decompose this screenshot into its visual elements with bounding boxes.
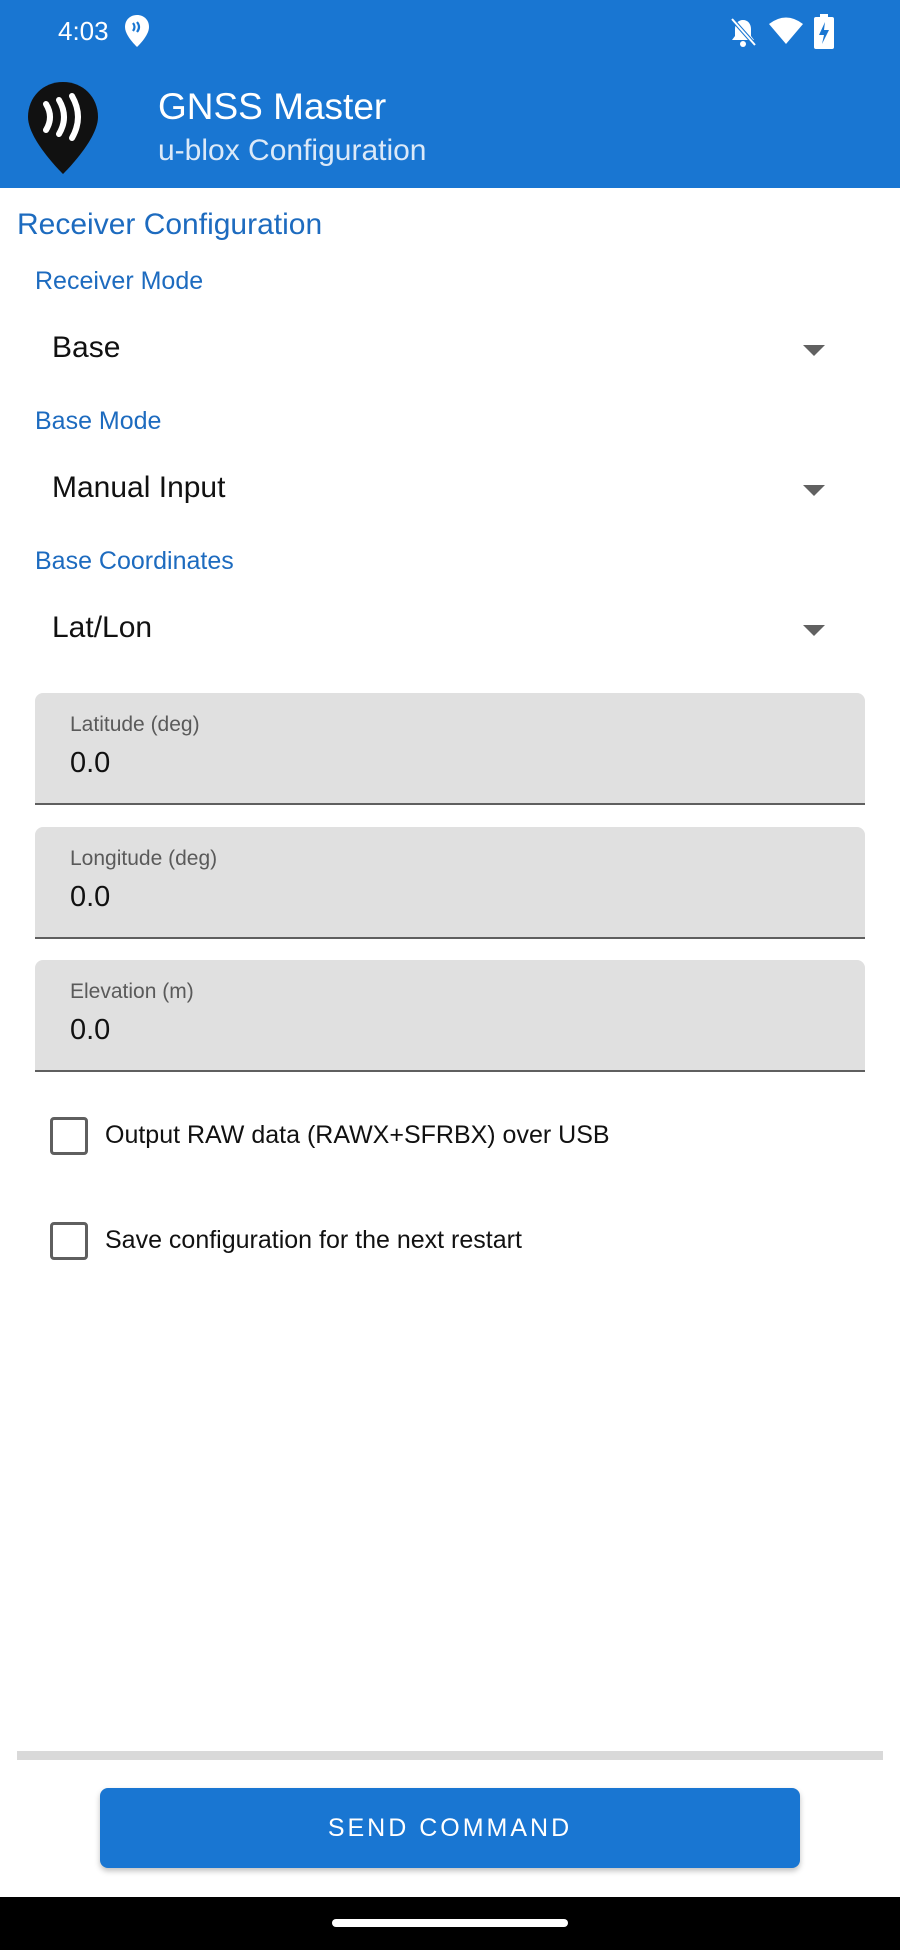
section-title: Receiver Configuration (17, 208, 323, 241)
app-subtitle: u-blox Configuration (158, 134, 427, 167)
base-coordinates-dropdown[interactable]: Lat/Lon (35, 597, 845, 669)
raw-output-option[interactable]: Output RAW data (RAWX+SFRBX) over USB (50, 1117, 850, 1157)
base-coordinates-label: Base Coordinates (35, 547, 234, 575)
status-time: 4:03 (58, 16, 109, 46)
receiver-mode-label: Receiver Mode (35, 267, 204, 295)
base-mode-value: Manual Input (52, 471, 226, 504)
longitude-field[interactable]: Longitude (deg) 0.0 (35, 827, 865, 939)
battery-charging-icon (813, 14, 835, 55)
receiver-mode-value: Base (52, 331, 121, 364)
gnss-master-logo-icon (26, 80, 100, 181)
base-mode-label: Base Mode (35, 407, 162, 435)
notifications-off-icon (728, 16, 758, 53)
app-title: GNSS Master (158, 86, 387, 127)
dropdown-arrow-icon (803, 345, 825, 356)
elevation-field[interactable]: Elevation (m) 0.0 (35, 960, 865, 1072)
status-bar: 4:03 (0, 0, 900, 64)
base-mode-dropdown[interactable]: Manual Input (35, 457, 845, 529)
raw-output-label: Output RAW data (RAWX+SFRBX) over USB (105, 1121, 610, 1149)
base-coordinates-value: Lat/Lon (52, 611, 153, 644)
elevation-value: 0.0 (70, 1014, 111, 1046)
home-gesture-handle[interactable] (332, 1919, 568, 1927)
send-command-button[interactable]: SEND COMMAND (100, 1788, 800, 1868)
latitude-label: Latitude (deg) (70, 713, 200, 736)
dropdown-arrow-icon (803, 625, 825, 636)
receiver-mode-dropdown[interactable]: Base (35, 317, 845, 389)
dropdown-arrow-icon (803, 485, 825, 496)
elevation-label: Elevation (m) (70, 980, 194, 1003)
divider (17, 1751, 883, 1760)
latitude-field[interactable]: Latitude (deg) 0.0 (35, 693, 865, 805)
navigation-bar (0, 1897, 900, 1950)
app-bar: GNSS Master u-blox Configuration (0, 64, 900, 188)
longitude-label: Longitude (deg) (70, 847, 218, 870)
save-config-checkbox[interactable] (50, 1222, 88, 1260)
longitude-value: 0.0 (70, 881, 111, 913)
latitude-value: 0.0 (70, 747, 111, 779)
wifi-icon (768, 16, 804, 51)
raw-output-checkbox[interactable] (50, 1117, 88, 1155)
location-pin-icon (124, 14, 150, 53)
save-config-label: Save configuration for the next restart (105, 1226, 522, 1254)
save-config-option[interactable]: Save configuration for the next restart (50, 1222, 850, 1262)
